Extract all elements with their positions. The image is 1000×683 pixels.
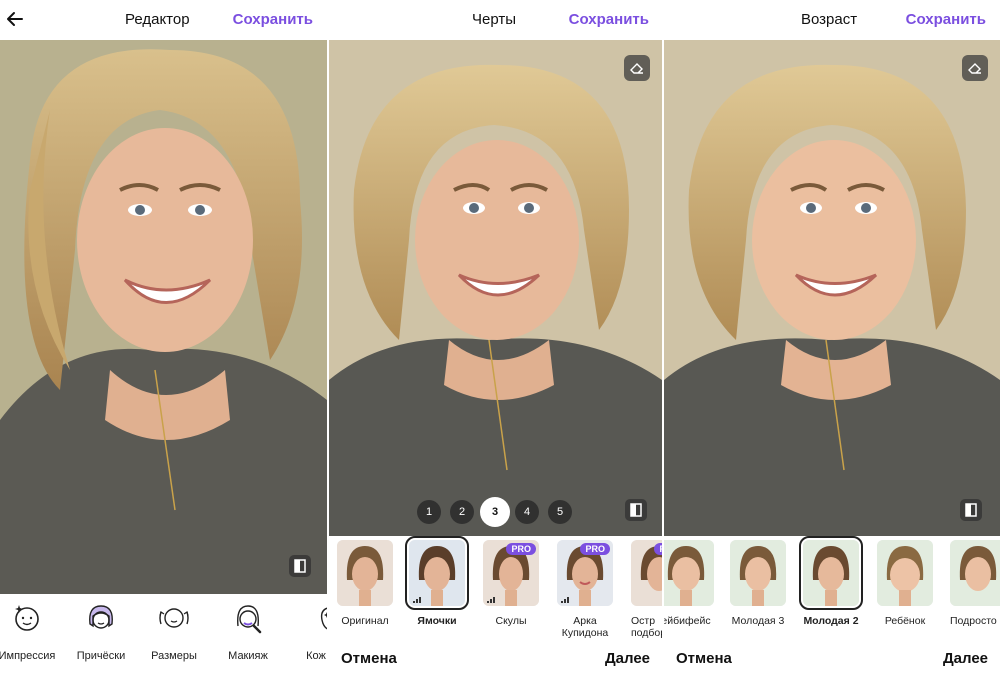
thumb-label: Ребёнок — [884, 615, 926, 627]
thumb-label: Остр подбор — [631, 615, 662, 639]
save-button[interactable]: Сохранить — [569, 11, 649, 28]
level-button-active[interactable]: 3 — [480, 497, 510, 527]
page-title: Возраст — [801, 11, 858, 28]
tool-label: Макияж — [228, 650, 268, 662]
tool-label: Размеры — [151, 650, 197, 662]
makeup-icon — [237, 605, 262, 634]
level-button[interactable]: 1 — [417, 500, 441, 524]
thumb-image: PRO — [557, 540, 613, 606]
thumb-sharp[interactable]: PRO Остр подбор — [631, 540, 662, 639]
compare-icon[interactable] — [625, 499, 647, 521]
thumb-label: Ямочки — [417, 615, 457, 627]
eraser-icon[interactable] — [624, 55, 650, 81]
pro-badge: PRO — [654, 543, 662, 555]
thumb-image: PRO — [631, 540, 662, 606]
thumb-babyface[interactable]: ейбифейс — [664, 540, 714, 627]
tool-hairstyle[interactable]: Причёски — [69, 600, 133, 662]
eraser-icon[interactable] — [962, 55, 988, 81]
thumb-image — [950, 540, 1000, 606]
thumb-label: Скулы — [495, 615, 527, 627]
pro-badge: PRO — [506, 543, 536, 555]
tool-makeup[interactable]: Макияж — [216, 600, 280, 662]
pro-badge: PRO — [580, 543, 610, 555]
next-button[interactable]: Далее — [605, 650, 650, 667]
thumb-label: Молодая 2 — [803, 615, 859, 627]
features-panel: Черты Сохранить 1 2 3 4 5 Оригинал Ямочк… — [329, 0, 662, 683]
portrait-illustration — [329, 40, 662, 536]
thumb-cupid-arch[interactable]: PRO Арка Купидона — [557, 540, 613, 639]
thumb-image: PRO — [483, 540, 539, 606]
back-arrow-icon[interactable] — [4, 8, 26, 30]
thumb-label: Молодая 3 — [731, 615, 785, 627]
age-panel: Возраст Сохранить ейбифейс Молодая 3 Мол… — [664, 0, 1000, 683]
signal-icon — [487, 597, 495, 603]
thumb-image — [405, 536, 469, 610]
cancel-button[interactable]: Отмена — [341, 650, 397, 667]
editor-header: Редактор Сохранить — [0, 0, 327, 40]
tool-label: Причёски — [76, 650, 126, 662]
hairstyle-icon — [89, 605, 113, 629]
feature-thumbnails: Оригинал Ямочки PRO Скулы PRO Арка Купид — [329, 536, 662, 646]
portrait-photo[interactable] — [0, 40, 327, 594]
tool-label: Кож — [306, 650, 326, 662]
thumb-teen[interactable]: Подросто — [950, 540, 1000, 627]
cancel-button[interactable]: Отмена — [676, 650, 732, 667]
level-button[interactable]: 4 — [515, 500, 539, 524]
page-title: Редактор — [125, 11, 190, 28]
tool-label: Импрессия — [0, 650, 56, 662]
thumb-dimples[interactable]: Ямочки — [405, 536, 469, 627]
page-title: Черты — [472, 11, 517, 28]
portrait-illustration — [664, 40, 1000, 536]
thumb-image — [337, 540, 393, 606]
thumb-label: Подросто — [950, 615, 997, 627]
face-resize-icon — [159, 608, 189, 628]
thumb-original[interactable]: Оригинал — [337, 540, 393, 627]
features-header: Черты Сохранить — [329, 0, 662, 40]
thumb-label: ейбифейс — [664, 615, 711, 627]
thumb-child[interactable]: Ребёнок — [877, 540, 933, 627]
thumb-image — [730, 540, 786, 606]
level-button[interactable]: 5 — [548, 500, 572, 524]
age-header: Возраст Сохранить — [664, 0, 1000, 40]
signal-icon — [561, 597, 569, 603]
save-button[interactable]: Сохранить — [906, 11, 986, 28]
action-footer: Отмена Далее — [664, 646, 1000, 683]
signal-icon — [413, 597, 421, 603]
thumb-image — [799, 536, 863, 610]
portrait-photo[interactable] — [329, 40, 662, 536]
face-sparkle-icon — [15, 605, 39, 631]
age-thumbnails: ейбифейс Молодая 3 Молодая 2 Ребёнок Под… — [664, 536, 1000, 646]
portrait-photo[interactable] — [664, 40, 1000, 536]
compare-icon[interactable] — [960, 499, 982, 521]
tool-size[interactable]: Размеры — [142, 600, 206, 662]
thumb-cheekbones[interactable]: PRO Скулы — [483, 540, 539, 627]
tool-bar: Импрессия Причёски Размеры Макияж Кож — [0, 594, 327, 683]
thumb-label: Оригинал — [341, 615, 389, 627]
level-button[interactable]: 2 — [450, 500, 474, 524]
compare-icon[interactable] — [289, 555, 311, 577]
thumb-young-2[interactable]: Молодая 2 — [799, 536, 863, 627]
save-button[interactable]: Сохранить — [233, 11, 313, 28]
action-footer: Отмена Далее — [329, 646, 662, 683]
thumb-young-3[interactable]: Молодая 3 — [730, 540, 786, 627]
thumb-image — [664, 540, 714, 606]
skin-icon — [320, 607, 327, 630]
tool-impression[interactable]: Импрессия — [0, 600, 59, 662]
thumb-image — [877, 540, 933, 606]
tool-skin[interactable]: Кож — [284, 600, 327, 662]
portrait-illustration — [0, 40, 327, 594]
thumb-label: Арка Купидона — [561, 615, 609, 639]
next-button[interactable]: Далее — [943, 650, 988, 667]
editor-panel: Редактор Сохранить Импрессия Причёски Ра… — [0, 0, 327, 683]
